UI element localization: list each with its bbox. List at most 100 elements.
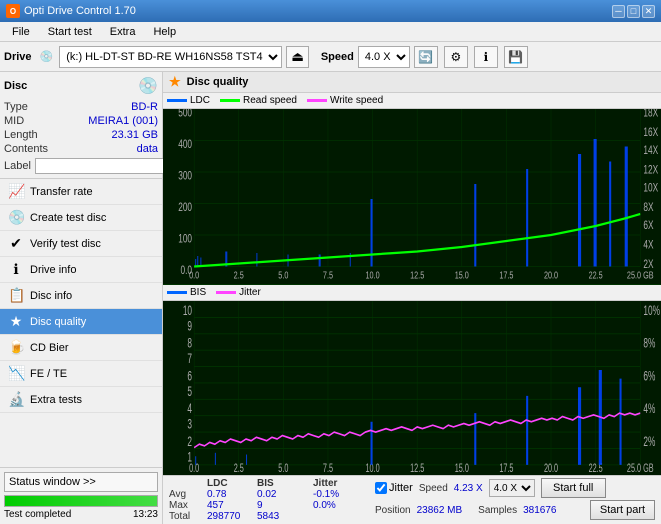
svg-text:2.5: 2.5 xyxy=(234,462,244,473)
ldc-color xyxy=(167,99,187,102)
svg-text:400: 400 xyxy=(178,139,192,152)
chart2-svg: 10 9 8 7 6 5 4 3 2 1 10% 8% 6% 4% 2% xyxy=(163,301,661,474)
svg-text:12.5: 12.5 xyxy=(410,462,424,473)
svg-text:500: 500 xyxy=(178,109,192,120)
svg-text:6%: 6% xyxy=(643,369,655,384)
drive-bar: Drive 💿 (k:) HL-DT-ST BD-RE WH16NS58 TST… xyxy=(0,42,661,72)
nav-section: 📈 Transfer rate 💿 Create test disc ✔ Ver… xyxy=(0,179,162,467)
samples-label: Samples xyxy=(478,505,517,516)
disc-label-input[interactable] xyxy=(35,158,173,174)
menu-help[interactable]: Help xyxy=(145,24,184,40)
max-jitter: 0.0% xyxy=(313,500,368,511)
avg-bis: 0.02 xyxy=(257,489,295,500)
jitter-label-text: Jitter xyxy=(389,482,413,494)
drive-icon: 💿 xyxy=(40,50,54,63)
sidebar-item-verify-test-disc[interactable]: ✔ Verify test disc xyxy=(0,231,162,257)
col-ldc-header: LDC xyxy=(207,478,257,489)
fe-te-icon: 📉 xyxy=(8,365,24,382)
disc-info-label: Disc info xyxy=(30,290,72,302)
sidebar-item-cd-bier[interactable]: 🍺 CD Bier xyxy=(0,335,162,361)
svg-text:7.5: 7.5 xyxy=(323,462,333,473)
contents-value: data xyxy=(137,143,158,155)
svg-text:12.5: 12.5 xyxy=(410,269,424,281)
sidebar-item-extra-tests[interactable]: 🔬 Extra tests xyxy=(0,387,162,413)
chart1-svg: 500 400 300 200 100 0.0 18X 16X 14X 12X … xyxy=(163,109,661,282)
cd-bier-label: CD Bier xyxy=(30,342,69,354)
create-test-disc-icon: 💿 xyxy=(8,209,24,226)
drive-select[interactable]: (k:) HL-DT-ST BD-RE WH16NS58 TST4 xyxy=(59,46,282,68)
read-label: Read speed xyxy=(243,95,297,106)
total-empty xyxy=(295,511,313,522)
disc-quality-header-icon: ★ xyxy=(169,74,181,90)
settings-button[interactable]: ⚙ xyxy=(444,46,468,68)
sidebar-item-disc-info[interactable]: 📋 Disc info xyxy=(0,283,162,309)
extra-tests-icon: 🔬 xyxy=(8,391,24,408)
start-full-button[interactable]: Start full xyxy=(541,478,606,498)
close-button[interactable]: ✕ xyxy=(642,5,655,18)
position-label: Position xyxy=(375,505,411,516)
ldc-label: LDC xyxy=(190,95,210,106)
jitter-legend-label: Jitter xyxy=(239,287,261,298)
svg-text:200: 200 xyxy=(178,202,192,215)
menu-start-test[interactable]: Start test xyxy=(40,24,100,40)
jitter-color xyxy=(216,291,236,294)
legend-write: Write speed xyxy=(307,95,383,106)
svg-text:18X: 18X xyxy=(643,109,658,120)
svg-text:5: 5 xyxy=(187,384,192,399)
avg-jitter: -0.1% xyxy=(313,489,368,500)
sidebar-item-create-test-disc[interactable]: 💿 Create test disc xyxy=(0,205,162,231)
svg-text:7: 7 xyxy=(187,352,192,367)
speed-select[interactable]: 4.0 X 2.0 X 8.0 X xyxy=(358,46,410,68)
sidebar-item-fe-te[interactable]: 📉 FE / TE xyxy=(0,361,162,387)
minimize-button[interactable]: ─ xyxy=(612,5,625,18)
length-label: Length xyxy=(4,129,38,141)
maximize-button[interactable]: □ xyxy=(627,5,640,18)
disc-quality-icon: ★ xyxy=(8,313,24,330)
avg-label: Avg xyxy=(169,489,207,500)
transfer-rate-label: Transfer rate xyxy=(30,186,93,198)
svg-text:4%: 4% xyxy=(643,402,655,417)
chart2-wrap: BIS Jitter xyxy=(163,285,661,476)
speed-label: Speed xyxy=(321,51,354,63)
info-button[interactable]: ℹ xyxy=(474,46,498,68)
svg-text:17.5: 17.5 xyxy=(499,269,513,281)
disc-label-label: Label xyxy=(4,160,31,172)
svg-text:2.5: 2.5 xyxy=(234,269,244,281)
eject-button[interactable]: ⏏ xyxy=(286,46,309,68)
disc-panel-icon: 💿 xyxy=(138,76,158,96)
svg-text:8: 8 xyxy=(187,336,192,351)
samples-value: 381676 xyxy=(523,505,556,516)
col-jitter-header: Jitter xyxy=(313,478,368,489)
sidebar-item-drive-info[interactable]: ℹ Drive info xyxy=(0,257,162,283)
svg-text:2: 2 xyxy=(187,434,192,449)
start-part-button[interactable]: Start part xyxy=(590,500,655,520)
total-bis: 5843 xyxy=(257,511,295,522)
col-bis-header: BIS xyxy=(257,478,295,489)
speed-select-input[interactable]: 4.0 X xyxy=(489,479,535,497)
verify-test-disc-icon: ✔ xyxy=(8,235,24,252)
fe-te-label: FE / TE xyxy=(30,368,67,380)
max-ldc: 457 xyxy=(207,500,257,511)
stats-right: Jitter Speed 4.23 X 4.0 X Start full P xyxy=(375,478,655,520)
jitter-checkbox-label[interactable]: Jitter xyxy=(375,482,413,494)
legend-jitter: Jitter xyxy=(216,287,261,298)
svg-text:10X: 10X xyxy=(643,182,658,195)
transfer-rate-icon: 📈 xyxy=(8,183,24,200)
status-window-button[interactable]: Status window >> xyxy=(4,472,158,492)
status-time: 13:23 xyxy=(133,509,158,520)
speed-value: 4.23 X xyxy=(454,483,483,494)
disc-panel: Disc 💿 Type BD-R MID MEIRA1 (001) Length… xyxy=(0,72,162,179)
length-value: 23.31 GB xyxy=(112,129,158,141)
main-layout: Disc 💿 Type BD-R MID MEIRA1 (001) Length… xyxy=(0,72,661,524)
window-controls: ─ □ ✕ xyxy=(612,5,655,18)
sidebar-item-transfer-rate[interactable]: 📈 Transfer rate xyxy=(0,179,162,205)
drive-info-label: Drive info xyxy=(30,264,76,276)
refresh-button[interactable]: 🔄 xyxy=(414,46,438,68)
menu-file[interactable]: File xyxy=(4,24,38,40)
jitter-checkbox[interactable] xyxy=(375,482,387,494)
type-value: BD-R xyxy=(131,101,158,113)
sidebar-item-disc-quality[interactable]: ★ Disc quality xyxy=(0,309,162,335)
chart1-wrap: LDC Read speed Write speed xyxy=(163,93,661,285)
menu-extra[interactable]: Extra xyxy=(102,24,144,40)
save-button[interactable]: 💾 xyxy=(504,46,528,68)
